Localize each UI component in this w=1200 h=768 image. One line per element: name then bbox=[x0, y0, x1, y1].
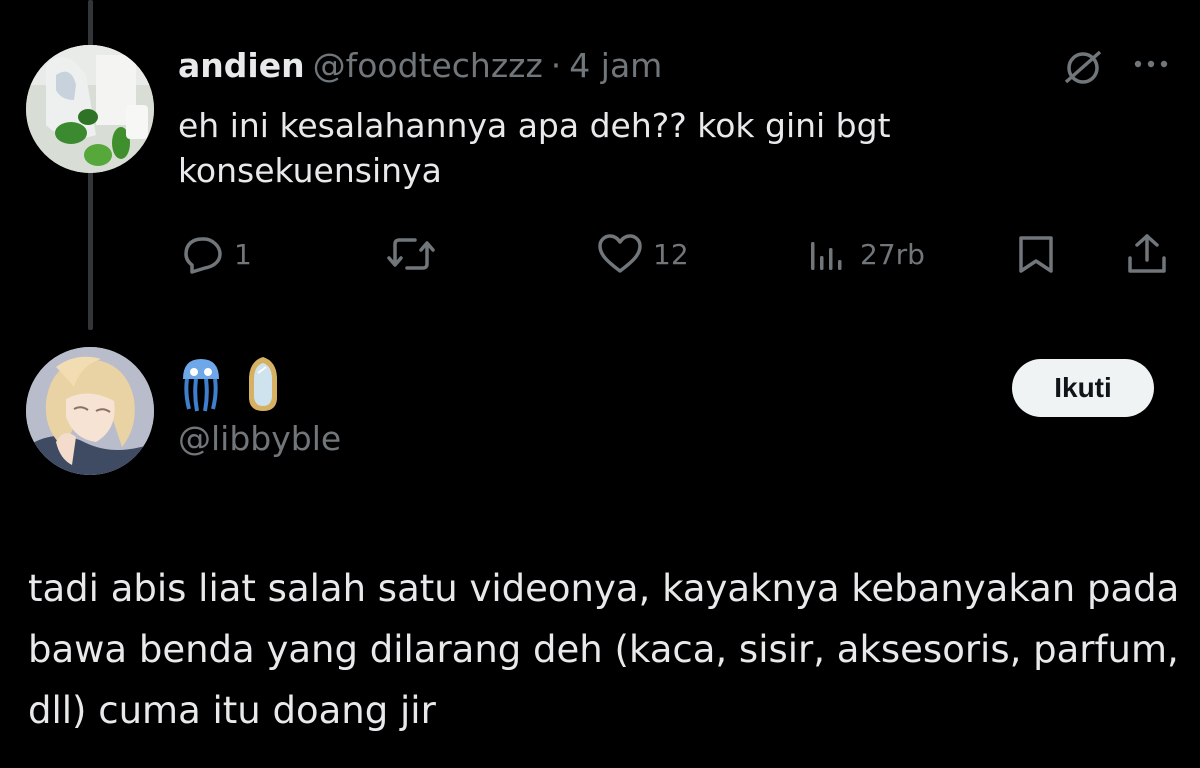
author-handle[interactable]: @foodtechzzz bbox=[313, 44, 543, 88]
avatar[interactable] bbox=[26, 347, 154, 475]
like-icon bbox=[598, 234, 642, 273]
reply-button[interactable]: 1 bbox=[178, 228, 252, 280]
views-icon bbox=[811, 242, 842, 270]
views-button[interactable]: 27rb bbox=[808, 228, 925, 280]
follow-button[interactable]: Ikuti bbox=[1012, 359, 1154, 417]
avatar-photo bbox=[26, 45, 154, 173]
grok-icon[interactable] bbox=[1060, 48, 1106, 88]
mirror-emoji bbox=[249, 357, 277, 411]
reply-text: tadi abis liat salah satu videonya, kaya… bbox=[28, 567, 1180, 732]
avatar[interactable] bbox=[26, 45, 154, 173]
more-icon[interactable] bbox=[1130, 46, 1172, 82]
retweet-button[interactable] bbox=[385, 228, 445, 280]
action-bar: 1 12 27rb bbox=[0, 228, 1200, 280]
avatar-illustration bbox=[26, 347, 154, 475]
reply-icon bbox=[184, 237, 222, 274]
tweet-thread: andien @foodtechzzz · 4 jam eh ini kesal… bbox=[0, 0, 1200, 768]
retweet-icon bbox=[387, 238, 435, 270]
bookmark-icon bbox=[1019, 236, 1053, 273]
share-button[interactable] bbox=[1125, 228, 1169, 280]
tweet-text: eh ini kesalahannya apa deh?? kok gini b… bbox=[178, 106, 891, 190]
separator-dot: · bbox=[550, 46, 562, 85]
like-count: 12 bbox=[653, 237, 689, 271]
bookmark-button[interactable] bbox=[1015, 228, 1057, 280]
like-button[interactable]: 12 bbox=[595, 228, 689, 280]
tweet-header: andien @foodtechzzz · 4 jam bbox=[178, 44, 662, 88]
view-count: 27rb bbox=[860, 237, 925, 271]
author-handle[interactable]: @libbyble bbox=[178, 416, 341, 462]
jellyfish-emoji bbox=[183, 359, 219, 412]
author-name[interactable]: andien bbox=[178, 44, 305, 88]
reply-count: 1 bbox=[234, 237, 252, 271]
display-name[interactable] bbox=[178, 354, 280, 414]
share-icon bbox=[1128, 234, 1166, 273]
timestamp[interactable]: 4 jam bbox=[569, 44, 662, 88]
